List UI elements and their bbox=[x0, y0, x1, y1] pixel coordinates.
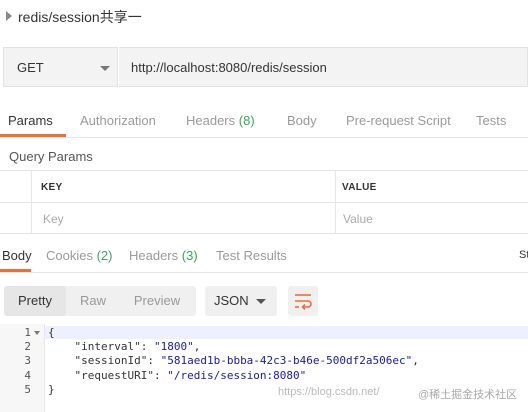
line-number: 4 bbox=[24, 368, 31, 382]
line-number: 3 bbox=[24, 354, 31, 368]
tab-count-badge: (8) bbox=[238, 113, 255, 128]
tab-label: Headers bbox=[129, 248, 179, 263]
tab-response-headers[interactable]: Headers (3) bbox=[129, 242, 198, 272]
tab-label: Authorization bbox=[80, 113, 156, 128]
key-input[interactable]: Key bbox=[31, 202, 336, 234]
tab-cookies[interactable]: Cookies (2) bbox=[46, 242, 112, 272]
code-line: "requestURI": "/redis/session:8080" bbox=[48, 369, 306, 382]
format-select-label: JSON bbox=[214, 293, 249, 308]
json-string: "581aed1b-bbba-42c3-b46e-500df2a506ec" bbox=[160, 354, 413, 368]
collapse-caret-icon[interactable] bbox=[6, 11, 12, 21]
value-header: VALUE bbox=[342, 182, 377, 193]
wrap-lines-button[interactable] bbox=[288, 286, 318, 316]
tab-headers[interactable]: Headers (8) bbox=[186, 107, 255, 137]
key-header-cell: KEY bbox=[31, 170, 336, 203]
json-token: : bbox=[153, 368, 168, 382]
preview-button[interactable]: Preview bbox=[120, 286, 194, 316]
tab-label: Cookies bbox=[46, 248, 93, 263]
tab-label: Params bbox=[8, 113, 53, 128]
tab-response-body[interactable]: Body bbox=[2, 242, 32, 272]
active-tab-underline bbox=[0, 269, 31, 272]
json-token: } bbox=[48, 382, 55, 396]
chevron-down-icon bbox=[100, 66, 110, 71]
json-token: , bbox=[193, 340, 201, 354]
line-number: 2 bbox=[24, 340, 31, 354]
code-line: "sessionId": "581aed1b-bbba-42c3-b46e-50… bbox=[48, 354, 419, 368]
watermark-brand: @稀土掘金技术社区 bbox=[418, 389, 518, 401]
method-label: GET bbox=[17, 60, 44, 75]
request-bar: GET http://localhost:8080/redis/session bbox=[0, 44, 528, 92]
tab-label: Body bbox=[2, 248, 32, 263]
format-group: Pretty Raw Preview bbox=[4, 286, 196, 316]
json-token: : bbox=[140, 340, 154, 354]
json-string: "/redis/session:8080" bbox=[167, 368, 307, 382]
json-token: "sessionId" bbox=[48, 354, 148, 368]
method-select[interactable]: GET bbox=[3, 47, 118, 87]
tab-body[interactable]: Body bbox=[287, 107, 317, 137]
key-placeholder: Key bbox=[43, 212, 64, 226]
code-line: } bbox=[48, 383, 55, 396]
watermark-url: https://blog.csdn.net/ bbox=[278, 386, 380, 398]
wrap-lines-icon bbox=[295, 294, 312, 311]
param-checkbox-header-cell bbox=[0, 170, 32, 203]
code-line: { bbox=[48, 326, 55, 339]
tab-test-results[interactable]: Test Results bbox=[216, 242, 287, 272]
tab-authorization[interactable]: Authorization bbox=[80, 107, 156, 137]
json-token: "requestURI" bbox=[48, 368, 154, 382]
json-token: "interval" bbox=[48, 340, 141, 354]
code-line: "interval": "1800", bbox=[48, 340, 200, 353]
raw-button[interactable]: Raw bbox=[66, 286, 120, 316]
value-placeholder: Value bbox=[343, 212, 373, 226]
tab-label: Body bbox=[287, 113, 317, 128]
line-number: 1 bbox=[24, 326, 31, 339]
tab-count-badge: (3) bbox=[181, 248, 198, 263]
status-label: St bbox=[519, 249, 528, 261]
json-token: { bbox=[48, 326, 55, 339]
tab-count-badge: (2) bbox=[96, 248, 113, 263]
request-title: redis/session共享一 bbox=[18, 9, 142, 25]
json-token: : bbox=[147, 354, 161, 368]
tab-pre-request-script[interactable]: Pre-request Script bbox=[346, 107, 451, 137]
query-params-label: Query Params bbox=[9, 149, 93, 164]
query-params-table: KEY VALUE Key Value bbox=[0, 170, 528, 234]
tab-params[interactable]: Params bbox=[8, 107, 53, 137]
response-toolbar: Pretty Raw Preview JSON bbox=[0, 284, 528, 318]
pretty-button[interactable]: Pretty bbox=[4, 286, 66, 316]
active-line-highlight bbox=[45, 326, 528, 339]
json-token: , bbox=[412, 354, 419, 368]
param-checkbox-cell[interactable] bbox=[0, 202, 32, 234]
tab-label: Tests bbox=[476, 113, 507, 128]
response-tabs: Body Cookies (2) Headers (3) Test Result… bbox=[0, 242, 528, 273]
tab-label: Headers bbox=[186, 113, 236, 128]
value-input[interactable]: Value bbox=[335, 202, 528, 234]
line-number: 5 bbox=[24, 382, 31, 396]
tab-label: Pre-request Script bbox=[346, 113, 451, 128]
format-select[interactable]: JSON bbox=[205, 286, 277, 316]
tab-label: Test Results bbox=[216, 248, 287, 263]
chevron-down-icon bbox=[256, 299, 266, 304]
url-value: http://localhost:8080/redis/session bbox=[131, 60, 327, 75]
active-tab-underline bbox=[0, 134, 66, 137]
json-string: "1800" bbox=[153, 340, 194, 354]
request-title-row[interactable]: redis/session共享一 bbox=[0, 0, 528, 34]
key-header: KEY bbox=[41, 182, 63, 193]
fold-toggle-icon[interactable] bbox=[34, 331, 40, 335]
request-tabs: Params Authorization Headers (8) Body Pr… bbox=[0, 107, 528, 138]
url-input[interactable]: http://localhost:8080/redis/session bbox=[119, 47, 528, 87]
tab-tests[interactable]: Tests bbox=[476, 107, 506, 137]
value-header-cell: VALUE bbox=[335, 170, 528, 203]
